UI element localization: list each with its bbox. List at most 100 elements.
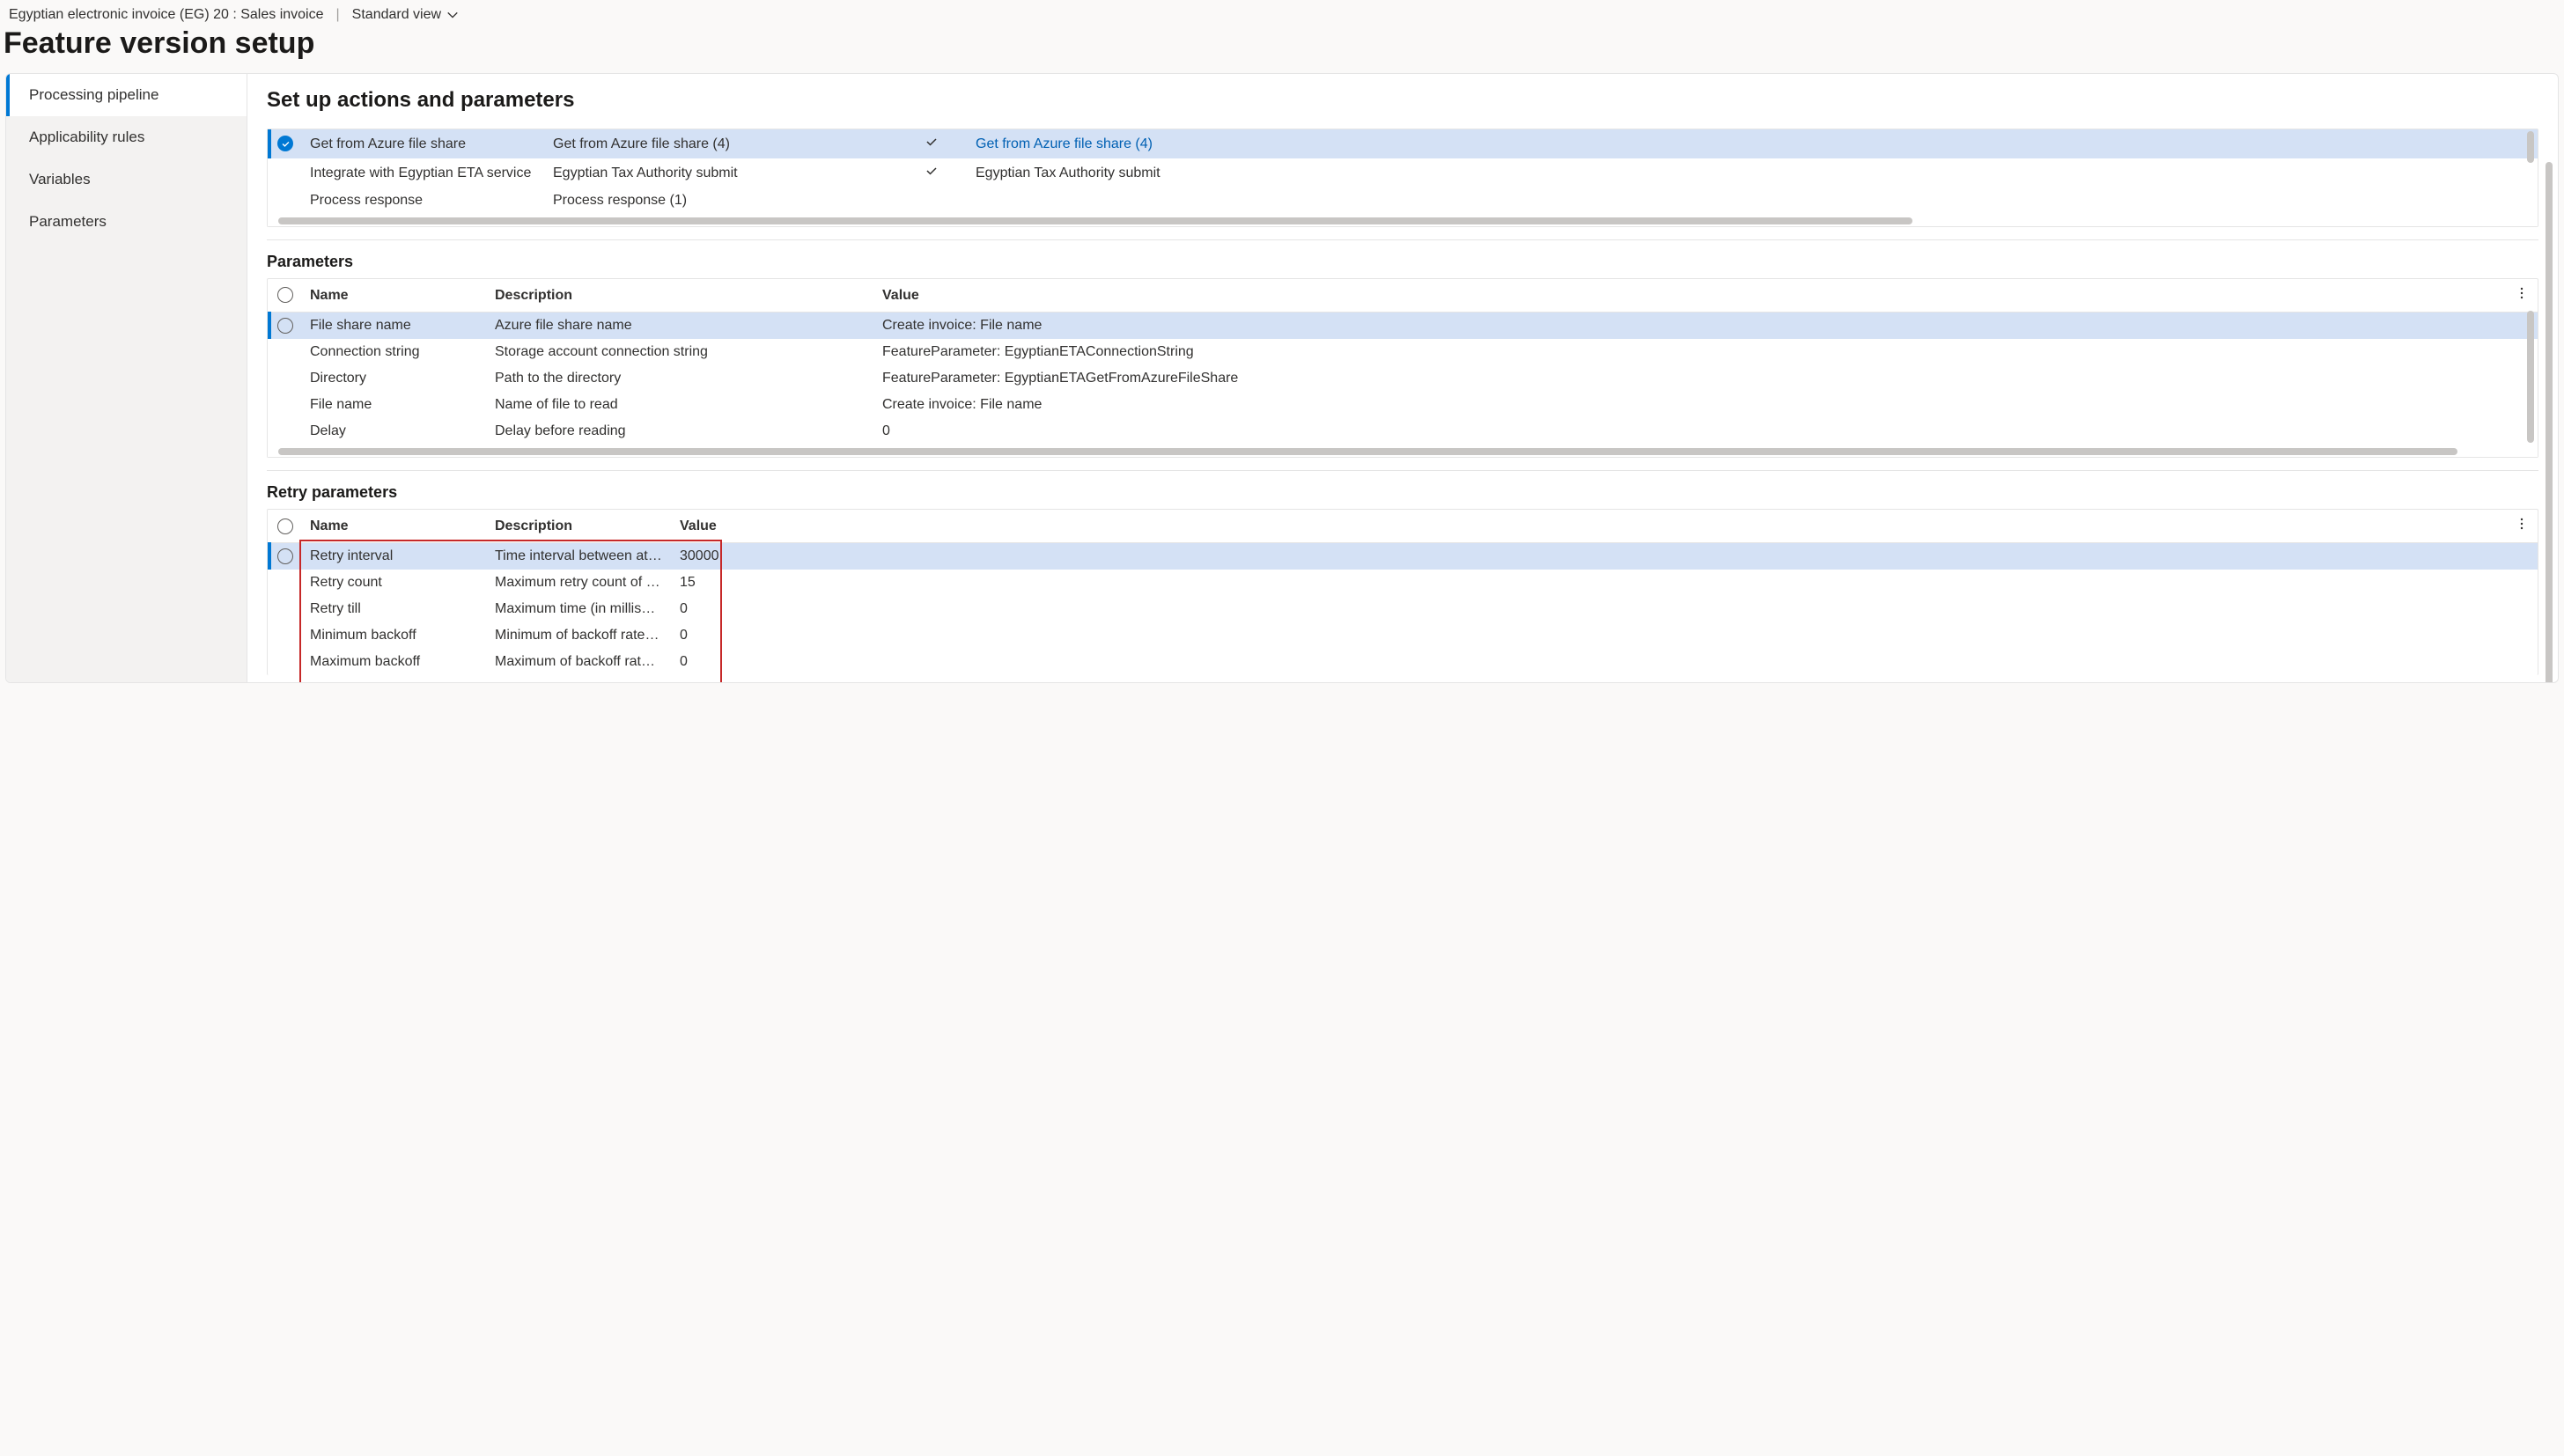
param-desc: Delay before reading (486, 418, 873, 445)
parameters-row[interactable]: Directory Path to the directory FeatureP… (269, 365, 2538, 392)
param-desc: Azure file share name (486, 313, 873, 340)
retry-desc: Time interval between att… (486, 543, 671, 570)
param-name: File share name (301, 313, 486, 340)
breadcrumb-bar: Egyptian electronic invoice (EG) 20 : Sa… (0, 0, 2564, 23)
retry-value: 0 (671, 596, 728, 622)
actions-row[interactable]: Process response Process response (1) (269, 188, 2538, 214)
parameters-section-title: Parameters (267, 253, 2538, 271)
action-desc: Process response (1) (544, 188, 896, 214)
retry-desc: Maximum time (in millise… (486, 596, 671, 622)
main-panel: Set up actions and parameters Get from A… (247, 74, 2558, 682)
retry-row[interactable]: Retry till Maximum time (in millise… 0 (269, 596, 2538, 622)
actions-row[interactable]: Integrate with Egyptian ETA service Egyp… (269, 158, 2538, 188)
col-description[interactable]: Description (486, 510, 671, 543)
retry-desc: Minimum of backoff rate … (486, 622, 671, 649)
retry-row[interactable]: Maximum backoff Maximum of backoff rate … (269, 649, 2538, 675)
parameters-row[interactable]: File share name Azure file share name Cr… (269, 313, 2538, 340)
row-radio[interactable] (277, 318, 293, 334)
action-link (967, 188, 2538, 214)
content-card: Processing pipeline Applicability rules … (5, 73, 2559, 683)
actions-row[interactable]: Get from Azure file share Get from Azure… (269, 129, 2538, 158)
sidebar-item-label: Parameters (29, 213, 107, 230)
sidebar-item-label: Applicability rules (29, 129, 144, 145)
parameters-row[interactable]: File name Name of file to read Create in… (269, 392, 2538, 418)
param-name: Connection string (301, 339, 486, 365)
retry-name: Retry till (301, 596, 486, 622)
section-divider (267, 239, 2538, 240)
retry-value: 0 (671, 622, 728, 649)
section-divider (267, 470, 2538, 471)
view-selector[interactable]: Standard view (352, 7, 459, 23)
param-desc: Path to the directory (486, 365, 873, 392)
chevron-down-icon (446, 9, 459, 21)
check-icon (925, 137, 939, 152)
retry-header-row: Name Description Value (269, 510, 2538, 543)
retry-desc: Maximum of backoff rate … (486, 649, 671, 675)
retry-section-title: Retry parameters (267, 483, 2538, 502)
action-link[interactable]: Egyptian Tax Authority submit (967, 158, 2538, 188)
param-value: Create invoice: File name (873, 313, 2506, 340)
parameters-hscroll[interactable] (268, 446, 2538, 457)
actions-section-title: Set up actions and parameters (267, 88, 2538, 113)
sidebar-item-applicability-rules[interactable]: Applicability rules (6, 116, 247, 158)
retry-desc: Maximum retry count of a… (486, 570, 671, 596)
action-name: Process response (301, 188, 544, 214)
sidebar-item-parameters[interactable]: Parameters (6, 201, 247, 243)
param-desc: Name of file to read (486, 392, 873, 418)
param-name: Delay (301, 418, 486, 445)
more-icon[interactable] (2515, 519, 2529, 534)
parameters-row[interactable]: Delay Delay before reading 0 (269, 418, 2538, 445)
param-name: File name (301, 392, 486, 418)
action-desc: Get from Azure file share (4) (544, 129, 896, 158)
col-name[interactable]: Name (301, 279, 486, 313)
main-vscroll[interactable] (2546, 162, 2553, 683)
retry-name: Retry interval (301, 543, 486, 570)
retry-name: Retry count (301, 570, 486, 596)
retry-value: 15 (671, 570, 728, 596)
retry-row[interactable]: Minimum backoff Minimum of backoff rate … (269, 622, 2538, 649)
sidebar-item-label: Processing pipeline (29, 86, 158, 103)
parameters-vscroll[interactable] (2527, 311, 2534, 443)
retry-name: Minimum backoff (301, 622, 486, 649)
parameters-header-row: Name Description Value (269, 279, 2538, 313)
actions-vscroll[interactable] (2527, 131, 2534, 163)
sidebar-item-variables[interactable]: Variables (6, 158, 247, 201)
param-value: FeatureParameter: EgyptianETAGetFromAzur… (873, 365, 2506, 392)
row-radio[interactable] (277, 548, 293, 564)
action-link[interactable]: Get from Azure file share (4) (967, 129, 2538, 158)
actions-hscroll[interactable] (268, 216, 2538, 226)
retry-row[interactable]: Retry count Maximum retry count of a… 15 (269, 570, 2538, 596)
action-name: Integrate with Egyptian ETA service (301, 158, 544, 188)
retry-name: Maximum backoff (301, 649, 486, 675)
param-name: Directory (301, 365, 486, 392)
row-selected-icon[interactable] (277, 136, 293, 151)
sidebar: Processing pipeline Applicability rules … (6, 74, 247, 682)
action-desc: Egyptian Tax Authority submit (544, 158, 896, 188)
param-value: FeatureParameter: EgyptianETAConnectionS… (873, 339, 2506, 365)
sidebar-item-processing-pipeline[interactable]: Processing pipeline (6, 74, 247, 116)
parameters-grid: Name Description Value File share name A… (267, 278, 2538, 458)
check-icon (925, 166, 939, 181)
col-value[interactable]: Value (671, 510, 728, 543)
breadcrumb-text: Egyptian electronic invoice (EG) 20 : Sa… (9, 7, 324, 23)
col-value[interactable]: Value (873, 279, 2506, 313)
page-title: Feature version setup (0, 23, 2564, 73)
retry-value: 30000 (671, 543, 728, 570)
actions-grid: Get from Azure file share Get from Azure… (267, 129, 2538, 227)
select-all-radio[interactable] (277, 287, 293, 303)
retry-value: 0 (671, 649, 728, 675)
view-selector-label: Standard view (352, 7, 441, 23)
retry-row[interactable]: Retry interval Time interval between att… (269, 543, 2538, 570)
more-icon[interactable] (2515, 289, 2529, 304)
retry-grid: Name Description Value Retry interval Ti… (267, 509, 2538, 675)
param-value: Create invoice: File name (873, 392, 2506, 418)
select-all-radio[interactable] (277, 518, 293, 534)
param-desc: Storage account connection string (486, 339, 873, 365)
col-description[interactable]: Description (486, 279, 873, 313)
breadcrumb-divider: | (336, 7, 340, 23)
parameters-row[interactable]: Connection string Storage account connec… (269, 339, 2538, 365)
action-name: Get from Azure file share (301, 129, 544, 158)
col-name[interactable]: Name (301, 510, 486, 543)
sidebar-item-label: Variables (29, 171, 91, 188)
param-value: 0 (873, 418, 2506, 445)
